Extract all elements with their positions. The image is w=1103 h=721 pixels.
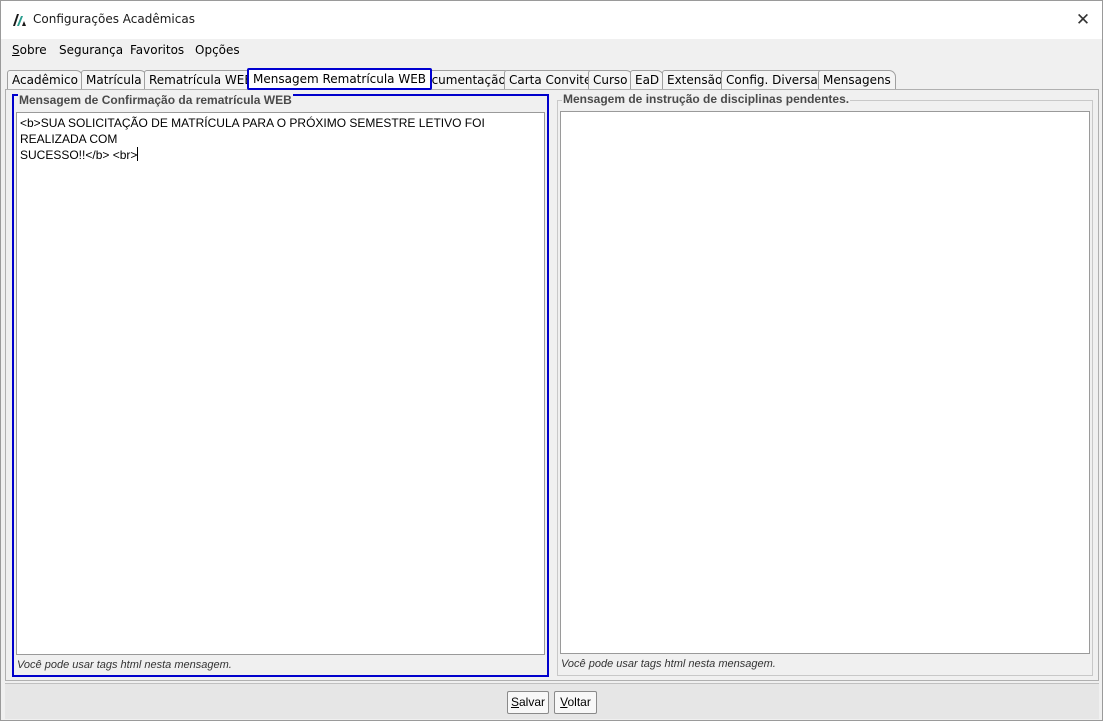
message-line-1: <b>SUA SOLICITAÇÃO DE MATRÍCULA PARA O P… (20, 116, 485, 146)
tab-academico[interactable]: Acadêmico (7, 70, 83, 90)
tab-matricula[interactable]: Matrícula (81, 70, 147, 90)
close-icon[interactable]: ✕ (1070, 7, 1096, 33)
title-bar: Configurações Acadêmicas ✕ (1, 1, 1102, 39)
pending-disciplines-textarea[interactable] (560, 111, 1090, 654)
confirmation-message-group: Mensagem de Confirmação da rematrícula W… (12, 93, 549, 677)
tab-strip: Acadêmico Matrícula Rematrícula WEB Mens… (7, 68, 1097, 90)
tab-rematricula-web[interactable]: Rematrícula WEB (144, 70, 258, 90)
text-caret (137, 147, 139, 161)
tab-config-diversas[interactable]: Config. Diversas (721, 70, 829, 90)
save-button[interactable]: Salvar (507, 691, 549, 714)
tab-panel: Mensagem de Confirmação da rematrícula W… (5, 89, 1099, 681)
tab-curso[interactable]: Curso (588, 70, 633, 90)
button-bar: Salvar Voltar (5, 683, 1099, 719)
tab-mensagem-rematricula-web[interactable]: Mensagem Rematrícula WEB (247, 68, 433, 90)
window-title: Configurações Acadêmicas (33, 12, 195, 26)
menu-seguranca[interactable]: Segurança (59, 43, 123, 57)
app-window: Configurações Acadêmicas ✕ Sobre Seguran… (0, 0, 1103, 721)
menu-bar: Sobre Segurança Favoritos Opções (1, 39, 1102, 63)
back-button[interactable]: Voltar (554, 691, 597, 714)
message-line-2-wrap: SUCESSO!!</b> <br> (20, 147, 541, 163)
tab-mensagens[interactable]: Mensagens (818, 70, 896, 90)
message-line-2: SUCESSO!!</b> <br> (20, 148, 138, 162)
menu-opcoes[interactable]: Opções (195, 43, 240, 57)
tab-ead[interactable]: EaD (630, 70, 665, 90)
pending-disciplines-group: Mensagem de instrução de disciplinas pen… (557, 92, 1093, 676)
pending-disciplines-title: Mensagem de instrução de disciplinas pen… (562, 92, 851, 106)
confirmation-message-title: Mensagem de Confirmação da rematrícula W… (18, 93, 293, 107)
tab-carta-convite[interactable]: Carta Convite (504, 70, 597, 90)
menu-sobre[interactable]: Sobre (12, 43, 47, 57)
tab-extensao[interactable]: Extensão (662, 70, 728, 90)
html-tags-hint: Você pode usar tags html nesta mensagem. (17, 659, 232, 671)
app-logo-icon (13, 14, 26, 26)
confirmation-message-textarea[interactable]: <b>SUA SOLICITAÇÃO DE MATRÍCULA PARA O P… (16, 112, 545, 655)
html-tags-hint: Você pode usar tags html nesta mensagem. (561, 658, 776, 670)
menu-favoritos[interactable]: Favoritos (130, 43, 184, 57)
